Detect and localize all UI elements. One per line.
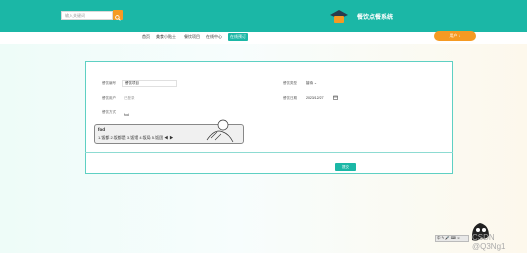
nav-food-tips[interactable]: 美食小贴士	[156, 32, 176, 42]
ime-mascot-icon	[206, 119, 234, 143]
ime-pinyin: fod	[98, 127, 105, 132]
ime-candidates[interactable]: 1.饭都 2.饭都是 3.饭馆 4.饭局 5.饭团 ◀ ▶	[98, 135, 173, 141]
type-select[interactable]: 接待 ⌄	[306, 81, 317, 86]
nav-booking[interactable]: 在线预订	[228, 33, 248, 41]
ime-candidate-window: fod 1.饭都 2.饭都是 3.饭馆 4.饭局 5.饭团 ◀ ▶	[94, 119, 244, 144]
date-input[interactable]: 2023/12/27	[306, 96, 324, 100]
type-select-value: 接待	[306, 81, 313, 85]
method-input[interactable]: fod	[124, 113, 129, 117]
date-label: 餐饮日期	[283, 96, 297, 100]
user-value: 已登录	[124, 96, 135, 100]
nav-center[interactable]: 在线中心	[206, 32, 222, 42]
chevron-down-icon: ⌄	[313, 81, 317, 85]
site-title: 餐饮点餐系统	[357, 15, 394, 21]
search-icon	[115, 15, 121, 21]
order-no-input[interactable]: 餐饮项目	[122, 80, 177, 87]
form-divider	[85, 152, 453, 153]
ime-toolbar[interactable]: 中 ✎ 🎤 ⌨ ☺	[435, 235, 469, 242]
order-no-label: 餐饮编号	[102, 81, 116, 85]
booking-form-card	[85, 61, 453, 174]
type-label: 餐饮类型	[283, 81, 297, 85]
user-menu-button[interactable]: 用户 ↓	[434, 31, 476, 41]
nav-projects[interactable]: 餐饮项目	[184, 32, 200, 42]
nav-home[interactable]: 首页	[142, 32, 150, 42]
search-input[interactable]: 输入关键词	[61, 11, 113, 20]
watermark: CSDN @Q3Ng1	[472, 233, 506, 251]
user-label: 餐饮用户	[102, 96, 116, 100]
site-logo-icon	[330, 10, 348, 23]
submit-button[interactable]: 提交	[335, 163, 356, 171]
calendar-icon[interactable]	[333, 95, 338, 100]
method-label: 餐饮方式	[102, 110, 116, 114]
search-button[interactable]	[113, 10, 123, 21]
